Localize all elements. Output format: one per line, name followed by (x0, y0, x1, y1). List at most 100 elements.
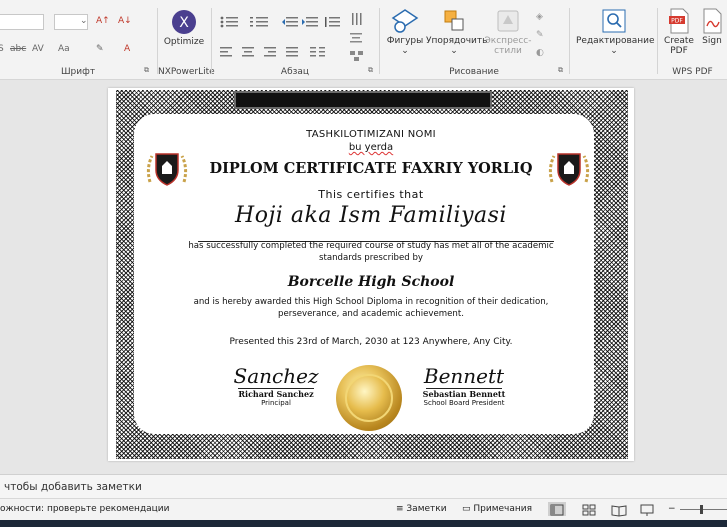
optimize-button[interactable]: X Optimize (158, 6, 210, 47)
shape-outline-icon[interactable]: ✎ (536, 30, 544, 40)
notes-pane[interactable]: чтобы добавить заметки (0, 474, 727, 498)
paragraph-dialog-launcher-icon[interactable]: ⧉ (368, 66, 373, 75)
express-styles-icon (497, 10, 519, 32)
slide[interactable]: TASHKILOTIMIZANI NOMI bu yerda DIPLOM CE… (108, 88, 634, 461)
font-name-box[interactable] (0, 14, 44, 30)
accessibility-status[interactable]: ожности: проверьте рекомендации (0, 504, 170, 514)
sign-button[interactable]: Sign (698, 8, 726, 46)
svg-text:PDF: PDF (671, 18, 683, 25)
comments-button[interactable]: ▭ Примечания (462, 504, 532, 514)
optimize-icon: X (172, 10, 196, 34)
gold-seal-center (345, 374, 393, 422)
optimize-label: Optimize (163, 37, 205, 47)
comments-button-label: Примечания (473, 504, 533, 514)
editing-button[interactable]: Редактирование ⌄ (576, 8, 655, 56)
nxpowerlite-group: X Optimize NXPowerLite (158, 4, 215, 78)
arrange-button[interactable]: Упорядочить ⌄ (426, 8, 487, 56)
editing-label: Редактирование (576, 36, 655, 46)
signature-block-principal[interactable]: Sanchez Richard Sanchez Principal (226, 364, 326, 407)
create-pdf-button[interactable]: PDF Create PDF (660, 8, 698, 56)
font-group-label: Шрифт (60, 67, 96, 77)
paragraph-group: Абзац ⧉ (212, 4, 378, 78)
align-center-icon[interactable] (242, 46, 256, 58)
sign-icon (703, 8, 722, 34)
font-color-icon[interactable]: A (124, 44, 130, 54)
slideshow-icon[interactable] (638, 502, 656, 516)
notes-button-label: Заметки (406, 504, 447, 514)
drawing-group: Фигуры ⌄ Упорядочить ⌄ Экспресс-стили ◈ … (380, 4, 568, 78)
clear-formatting-icon[interactable]: ✎ (96, 44, 104, 54)
align-text-icon[interactable] (350, 32, 364, 44)
certificate-title[interactable]: DIPLOM CERTIFICATE FAXRIY YORLIQ (108, 160, 634, 177)
shapes-icon (391, 9, 419, 33)
drawing-group-label: Рисование (449, 67, 499, 77)
numbering-icon[interactable] (250, 16, 272, 28)
justify-icon[interactable] (286, 46, 300, 58)
text-direction-icon[interactable] (350, 12, 366, 26)
notes-placeholder: чтобы добавить заметки (4, 481, 142, 493)
chevron-down-icon: ⌄ (450, 46, 458, 56)
organization-name[interactable]: TASHKILOTIMIZANI NOMI (108, 129, 634, 140)
reading-view-icon[interactable] (610, 502, 628, 517)
create-pdf-label: Create PDF (664, 36, 694, 56)
arrange-icon (444, 10, 464, 31)
shape-fill-icon[interactable]: ◈ (536, 12, 543, 22)
zoom-slider-thumb[interactable] (700, 505, 703, 514)
shadow-text-icon[interactable]: S (0, 44, 4, 54)
font-dialog-launcher-icon[interactable]: ⧉ (144, 66, 149, 75)
shapes-label: Фигуры (386, 36, 424, 46)
bullets-icon[interactable] (220, 16, 242, 28)
font-size-dropdown-icon[interactable]: ⌄ (80, 16, 88, 26)
express-styles-label: Экспресс-стили (484, 36, 532, 56)
completion-text[interactable]: has successfully completed the required … (108, 240, 634, 264)
columns-icon[interactable] (310, 46, 326, 58)
line-spacing-icon[interactable] (324, 16, 340, 28)
subtitle-text: bu yerda (348, 142, 394, 153)
align-left-icon[interactable] (220, 46, 234, 58)
editing-group: Редактирование ⌄ (570, 4, 656, 78)
presented-text[interactable]: Presented this 23rd of March, 2030 at 12… (108, 337, 634, 347)
wps-pdf-group-label: WPS PDF (672, 67, 713, 77)
signature-block-president[interactable]: Bennett Sebastian Bennett School Board P… (414, 364, 514, 407)
strikethrough-icon[interactable]: abc (10, 44, 26, 54)
increase-indent-icon[interactable] (302, 16, 318, 28)
signer-name: Sebastian Bennett (422, 389, 506, 399)
award-text[interactable]: and is hereby awarded this High School D… (108, 296, 634, 320)
sign-label: Sign (702, 36, 722, 46)
character-spacing-icon[interactable]: AV (32, 44, 44, 54)
signature-script: Bennett (423, 364, 505, 388)
arrange-label: Упорядочить (426, 36, 488, 46)
recipient-name[interactable]: Hoji aka Ism Familiyasi (108, 203, 634, 228)
signer-name: Richard Sanchez (238, 389, 314, 399)
normal-view-icon[interactable] (548, 502, 566, 516)
ribbon: ⌄ A↑ A↓ S abc AV Aa ✎ A Шрифт ⧉ X Optimi… (0, 0, 727, 80)
signature-script: Sanchez (233, 364, 319, 388)
shapes-button[interactable]: Фигуры ⌄ (384, 8, 426, 56)
comment-icon: ▭ (462, 504, 474, 514)
certifies-text[interactable]: This certifies that (108, 188, 634, 201)
slide-sorter-icon[interactable] (580, 502, 598, 516)
decrease-font-icon[interactable]: A↓ (118, 16, 132, 26)
notes-button[interactable]: ≡ Заметки (396, 504, 447, 514)
align-right-icon[interactable] (264, 46, 278, 58)
school-name[interactable]: Borcelle High School (108, 274, 634, 290)
signer-role: Principal (261, 399, 291, 407)
change-case-icon[interactable]: Aa (58, 44, 70, 54)
decrease-indent-icon[interactable] (282, 16, 298, 28)
nxpowerlite-group-label: NXPowerLite (158, 67, 215, 77)
zoom-slider[interactable] (680, 509, 727, 510)
shape-effects-icon[interactable]: ◐ (536, 48, 544, 58)
chevron-down-icon: ⌄ (401, 46, 409, 56)
zoom-out-button[interactable]: − (668, 504, 676, 514)
gold-seal (336, 365, 402, 431)
convert-smartart-icon[interactable] (350, 50, 364, 62)
increase-font-icon[interactable]: A↑ (96, 16, 110, 26)
drawing-dialog-launcher-icon[interactable]: ⧉ (558, 66, 563, 75)
font-group: ⌄ A↑ A↓ S abc AV Aa ✎ A Шрифт ⧉ (0, 4, 156, 78)
search-icon (602, 9, 626, 33)
certificate-top-banner (234, 91, 492, 109)
os-taskbar (0, 520, 727, 527)
organization-subtitle[interactable]: bu yerda (108, 142, 634, 153)
chevron-down-icon: ⌄ (610, 46, 618, 56)
express-styles-button[interactable]: Экспресс-стили (484, 8, 532, 56)
